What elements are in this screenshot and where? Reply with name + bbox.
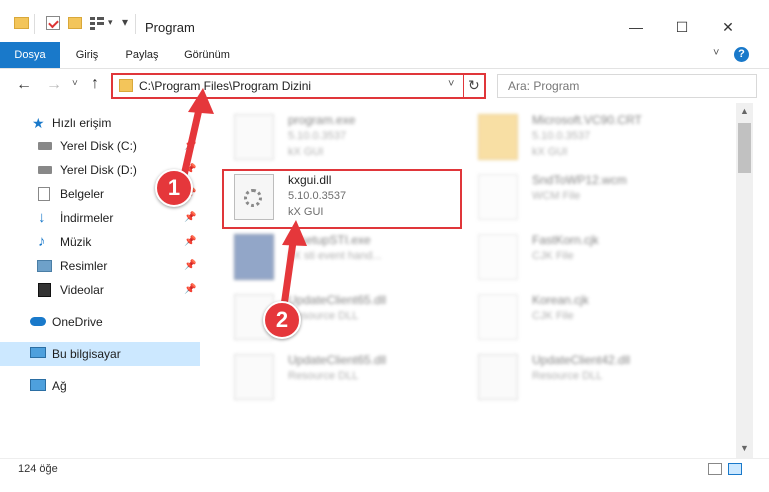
arrow-1-head (188, 88, 214, 114)
annotation-arrows (179, 88, 307, 317)
annotation-badge-2: 2 (263, 301, 301, 339)
annotation-badge-1: 1 (155, 169, 193, 207)
arrow-2-head (282, 220, 307, 246)
arrow-1-shaft (179, 101, 204, 184)
